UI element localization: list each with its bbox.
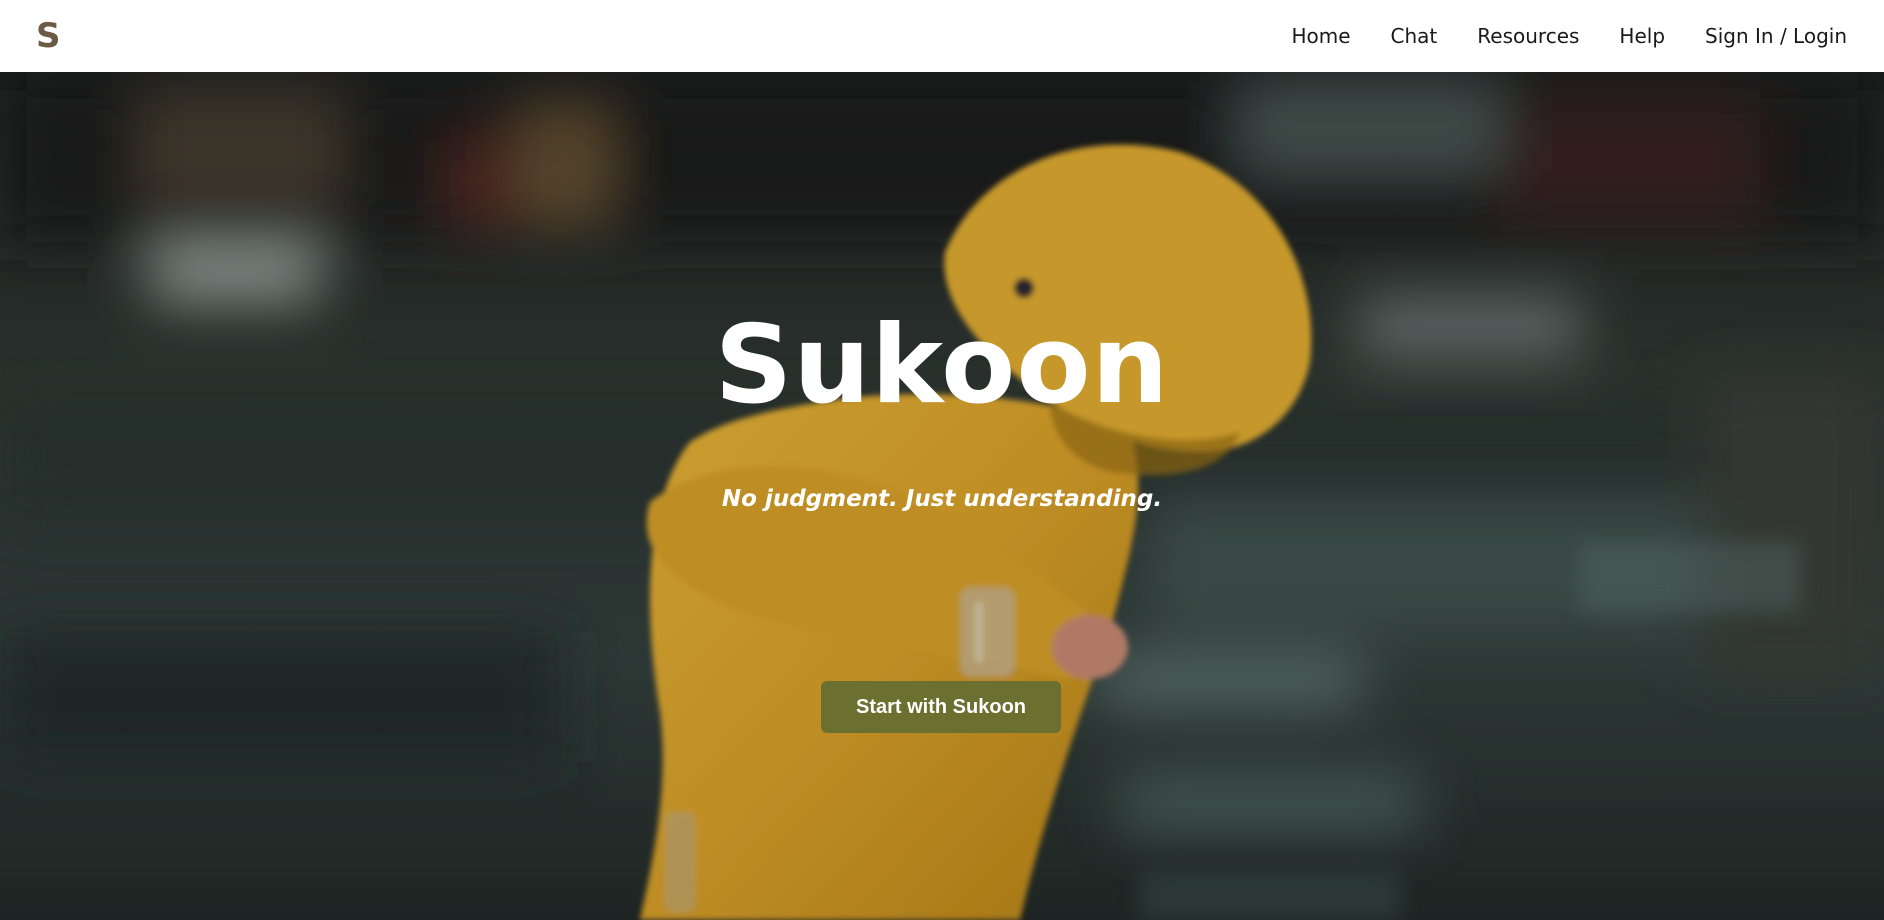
nav-link-sign-in[interactable]: Sign In / Login [1705, 24, 1847, 48]
hero-tagline: No judgment. Just understanding. [721, 486, 1163, 512]
main-nav: Home Chat Resources Help Sign In / Login [1291, 24, 1847, 48]
site-logo[interactable]: S [36, 19, 61, 53]
top-navbar: S Home Chat Resources Help Sign In / Log… [0, 0, 1884, 72]
nav-link-chat[interactable]: Chat [1391, 24, 1438, 48]
hero-section: Sukoon No judgment. Just understanding. … [0, 72, 1884, 920]
nav-link-resources[interactable]: Resources [1477, 24, 1579, 48]
nav-link-help[interactable]: Help [1619, 24, 1665, 48]
nav-link-home[interactable]: Home [1291, 24, 1350, 48]
hero-title: Sukoon [714, 303, 1170, 428]
start-with-sukoon-button[interactable]: Start with Sukoon [821, 681, 1061, 733]
hero-content: Sukoon No judgment. Just understanding. … [0, 72, 1884, 920]
